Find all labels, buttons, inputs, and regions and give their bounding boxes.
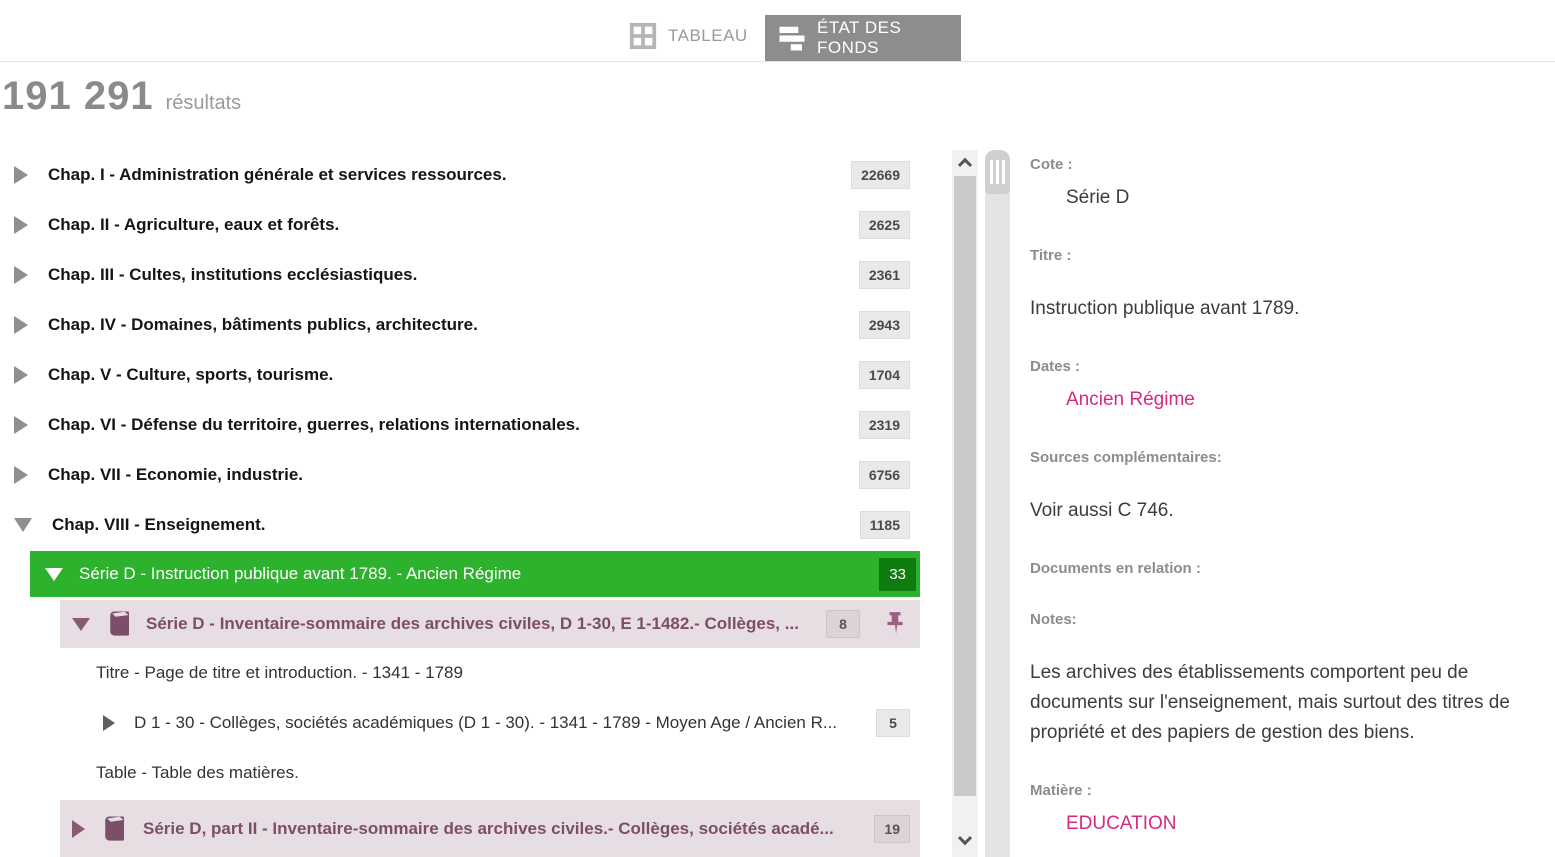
collapse-arrow-icon[interactable] [14,518,32,532]
detail-panel: Cote : Série D Titre : Instruction publi… [1030,150,1550,857]
result-count-badge: 33 [879,558,916,591]
expand-arrow-icon[interactable] [14,166,28,184]
field-value-notes: Les archives des établissements comporte… [1030,658,1550,748]
tree-row-label: D 1 - 30 - Collèges, sociétés académique… [134,713,837,733]
result-count-badge: 2943 [859,311,910,339]
tree-row-chapter-4[interactable]: Chap. IV - Domaines, bâtiments publics, … [0,300,920,350]
result-count-badge: 2319 [859,411,910,439]
result-count-badge: 22669 [851,161,910,189]
field-label-dates: Dates : [1030,358,1550,375]
results-summary: 191 291 résultats [2,74,241,119]
expand-arrow-icon[interactable] [103,715,115,731]
expand-arrow-icon[interactable] [14,366,28,384]
tree-row-label: Chap. IV - Domaines, bâtiments publics, … [48,315,478,335]
tree-row-inventory-1[interactable]: Série D - Inventaire-sommaire des archiv… [60,600,920,648]
result-count-badge: 2625 [859,211,910,239]
tree-row-chapter-5[interactable]: Chap. V - Culture, sports, tourisme. 170… [0,350,920,400]
tree-row-label: Table - Table des matières. [96,763,299,783]
chevron-down-icon [958,831,972,845]
result-count-badge: 5 [876,709,910,737]
fonds-tree: Chap. I - Administration générale et ser… [0,150,920,857]
pushpin-icon[interactable] [882,610,908,638]
tree-row-label: Série D - Instruction publique avant 178… [79,564,521,584]
tree-row-label: Chap. III - Cultes, institutions ecclési… [48,265,417,285]
expand-arrow-icon[interactable] [14,216,28,234]
chevron-up-icon [958,158,972,172]
tree-row-chapter-6[interactable]: Chap. VI - Défense du territoire, guerre… [0,400,920,450]
collapse-arrow-icon[interactable] [45,568,63,581]
app-window: TABLEAU ÉTAT DES FONDS 191 291 résultats… [0,0,1555,857]
collapse-arrow-icon[interactable] [72,618,90,631]
tree-scrollbar[interactable] [952,150,978,857]
results-count-label: résultats [166,92,242,115]
tree-row-chapter-3[interactable]: Chap. III - Cultes, institutions ecclési… [0,250,920,300]
tree-row-label: Série D - Inventaire-sommaire des archiv… [146,614,799,634]
tree-row-label: Chap. VI - Défense du territoire, guerre… [48,415,580,435]
tree-row-series-selected[interactable]: Série D - Instruction publique avant 178… [30,551,920,597]
field-label-cote: Cote : [1030,156,1550,173]
expand-arrow-icon[interactable] [72,820,85,838]
tree-row-leaf-titre[interactable]: Titre - Page de titre et introduction. -… [0,648,920,698]
field-label-matiere: Matière : [1030,782,1550,799]
result-count-badge: 1185 [860,511,910,539]
tree-bars-icon [777,23,807,53]
field-value-dates-link[interactable]: Ancien Régime [1030,385,1550,415]
field-label-documents: Documents en relation : [1030,560,1550,577]
tree-row-chapter-2[interactable]: Chap. II - Agriculture, eaux et forêts. … [0,200,920,250]
table-grid-icon [628,21,658,51]
tree-row-label: Chap. II - Agriculture, eaux et forêts. [48,215,339,235]
result-count-badge: 19 [874,815,910,843]
field-label-titre: Titre : [1030,247,1550,264]
tab-etat-des-fonds-label: ÉTAT DES FONDS [817,18,961,58]
tree-row-inventory-2[interactable]: Série D, part II - Inventaire-sommaire d… [60,800,920,857]
field-value-matiere-link[interactable]: EDUCATION [1030,809,1550,839]
field-value-titre: Instruction publique avant 1789. [1030,294,1550,324]
tab-tableau[interactable]: TABLEAU [628,14,748,58]
tree-row-label: Série D, part II - Inventaire-sommaire d… [143,819,834,839]
result-count-badge: 6756 [859,461,910,489]
field-label-notes: Notes: [1030,611,1550,628]
field-value-sources: Voir aussi C 746. [1030,496,1550,526]
top-bar: TABLEAU ÉTAT DES FONDS [0,0,1555,62]
scrollbar-thumb[interactable] [954,176,976,796]
expand-arrow-icon[interactable] [14,316,28,334]
tree-row-label: Titre - Page de titre et introduction. -… [96,663,463,683]
result-count-badge: 8 [826,610,860,638]
field-value-cote: Série D [1030,183,1550,213]
tree-row-label: Chap. VII - Economie, industrie. [48,465,303,485]
book-icon [99,814,129,844]
result-count-badge: 2361 [859,261,910,289]
panel-splitter[interactable] [985,150,1010,857]
book-icon [104,609,134,639]
scroll-down-button[interactable] [952,829,978,853]
tree-row-leaf-table[interactable]: Table - Table des matières. [0,748,920,798]
tree-row-chapter-8[interactable]: Chap. VIII - Enseignement. 1185 [0,500,920,550]
tree-row-d1-30[interactable]: D 1 - 30 - Collèges, sociétés académique… [0,698,920,748]
results-count: 191 291 [2,74,154,119]
splitter-grip-icon [985,150,1010,194]
field-label-sources: Sources complémentaires: [1030,449,1550,466]
result-count-badge: 1704 [859,361,910,389]
tab-tableau-label: TABLEAU [668,26,748,46]
tree-row-chapter-1[interactable]: Chap. I - Administration générale et ser… [0,150,920,200]
expand-arrow-icon[interactable] [14,266,28,284]
expand-arrow-icon[interactable] [14,466,28,484]
expand-arrow-icon[interactable] [14,416,28,434]
tree-row-label: Chap. V - Culture, sports, tourisme. [48,365,333,385]
tree-row-chapter-7[interactable]: Chap. VII - Economie, industrie. 6756 [0,450,920,500]
tree-row-label: Chap. I - Administration générale et ser… [48,165,507,185]
scroll-up-button[interactable] [952,150,978,174]
tab-etat-des-fonds[interactable]: ÉTAT DES FONDS [765,15,961,61]
tree-row-label: Chap. VIII - Enseignement. [52,515,265,535]
